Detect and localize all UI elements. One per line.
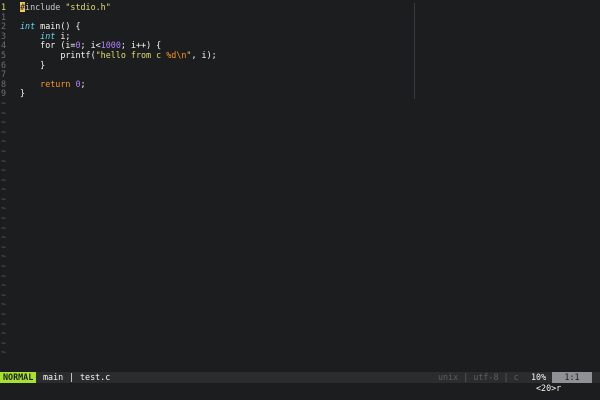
empty-line-marker: ~ — [1, 347, 7, 358]
empty-line: ~ — [0, 319, 600, 330]
file-format-info: unix | utf-8 | c — [438, 372, 519, 382]
code-text: return 0; — [20, 78, 86, 90]
empty-line: ~ — [0, 108, 600, 119]
code-token: ; — [80, 78, 86, 89]
code-text: } — [20, 59, 46, 71]
empty-line: ~ — [0, 281, 600, 291]
code-line[interactable]: 2 int main() { — [0, 21, 600, 32]
command-line[interactable]: <20>r — [536, 383, 561, 393]
empty-line: ~ — [0, 329, 600, 339]
code-token: return — [20, 78, 76, 89]
empty-line: ~ — [0, 204, 600, 214]
code-token: for (i= — [20, 40, 76, 51]
code-token: ; i++) { — [120, 40, 162, 51]
code-token: i; — [55, 30, 71, 41]
empty-line: ~ — [0, 165, 600, 176]
empty-line: ~ — [0, 175, 600, 186]
code-line[interactable]: 7 — [0, 70, 600, 80]
empty-line: ~ — [0, 127, 600, 138]
empty-line: ~ — [0, 213, 600, 224]
code-text: } — [20, 89, 25, 99]
code-line[interactable]: 9} — [0, 89, 600, 99]
code-line[interactable]: 6 } — [0, 59, 600, 71]
status-separator: | — [69, 372, 75, 382]
empty-line: ~ — [0, 261, 600, 272]
empty-line: ~ — [0, 223, 600, 234]
code-line[interactable]: 1 — [0, 12, 600, 23]
empty-line: ~ — [0, 242, 600, 253]
code-text: #include "stdio.h" — [20, 2, 111, 13]
code-token: 1000 — [100, 40, 121, 51]
code-token: printf( — [20, 49, 96, 60]
code-text: printf("hello from c %d\n", i); — [20, 49, 217, 61]
code-line[interactable]: 8 return 0; — [0, 78, 600, 90]
empty-line: ~ — [0, 185, 600, 195]
empty-line: ~ — [0, 156, 600, 167]
code-token: include — [25, 2, 66, 12]
empty-line: ~ — [0, 309, 600, 320]
code-token: ; i< — [80, 40, 101, 51]
code-token: int — [20, 21, 36, 32]
empty-line: ~ — [0, 137, 600, 147]
code-token: } — [20, 59, 46, 70]
code-token: } — [20, 88, 26, 99]
empty-line: ~ — [0, 338, 600, 349]
empty-line: ~ — [0, 194, 600, 205]
cursor-position: 1:1 — [552, 372, 592, 383]
code-token: "hello from c — [95, 49, 167, 60]
git-branch: main — [43, 372, 64, 382]
code-token: %d\n — [166, 49, 187, 60]
status-line: NORMAL main | test.c unix | utf-8 | c 10… — [0, 372, 600, 383]
code-token: "stdio.h" — [65, 2, 111, 12]
code-token: int — [40, 30, 56, 41]
empty-line: ~ — [0, 348, 600, 358]
mode-indicator: NORMAL — [0, 372, 37, 383]
code-token: main() { — [35, 21, 81, 32]
empty-line: ~ — [0, 271, 600, 282]
empty-line: ~ — [0, 252, 600, 262]
scroll-percent: 10% — [531, 372, 547, 382]
empty-line: ~ — [0, 118, 600, 128]
empty-line: ~ — [0, 290, 600, 301]
empty-line: ~ — [0, 300, 600, 310]
empty-line: ~ — [0, 98, 600, 109]
file-name: test.c — [80, 372, 111, 382]
code-line[interactable]: 1 #include "stdio.h" — [0, 2, 600, 13]
empty-line: ~ — [0, 233, 600, 243]
editor-buffer[interactable]: 1 #include "stdio.h" 1 2 int main() {3 int i… — [0, 2, 600, 369]
empty-line: ~ — [0, 146, 600, 157]
code-token: , i); — [191, 49, 217, 60]
code-line[interactable]: 5 printf("hello from c %d\n", i); — [0, 49, 600, 61]
